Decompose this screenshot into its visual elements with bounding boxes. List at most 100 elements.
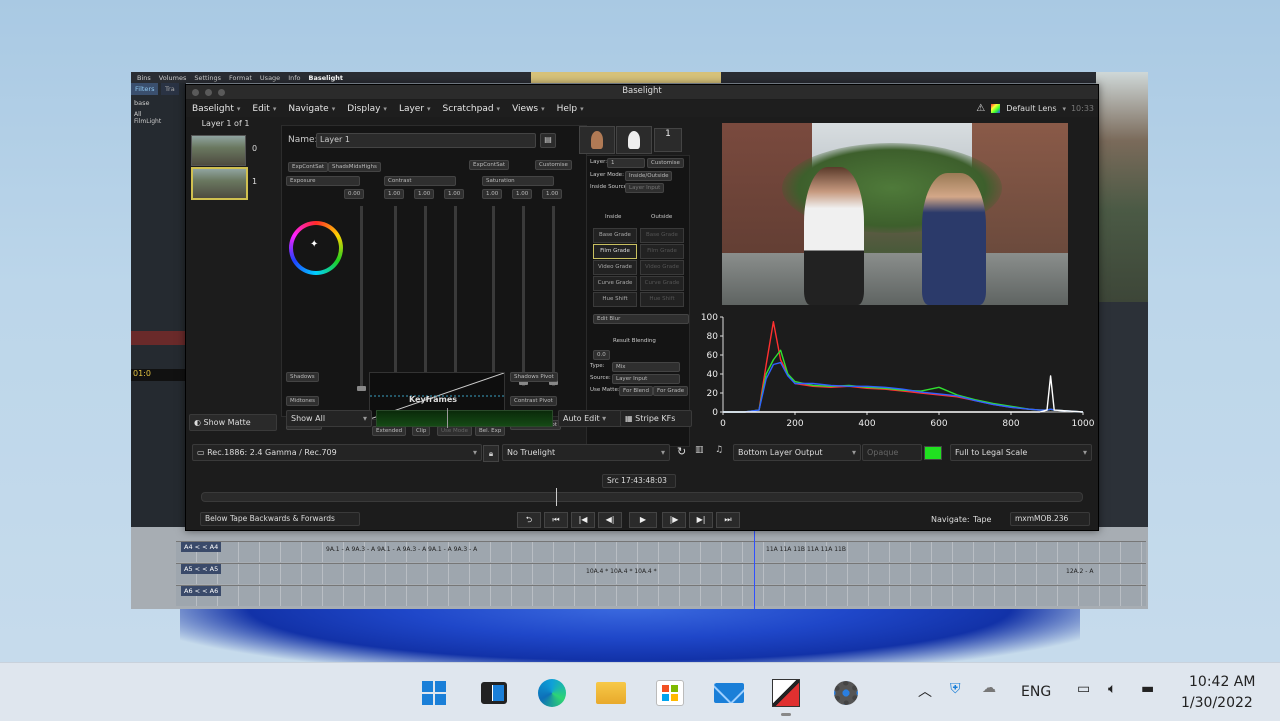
menu-navigate[interactable]: Navigate ▾ (282, 104, 341, 114)
store-icon[interactable] (654, 677, 686, 709)
truelight-select[interactable]: No Truelight ▾ (502, 444, 670, 461)
use-matte-for-blend[interactable]: For Blend (619, 386, 654, 396)
warning-icon[interactable]: ⚠ (976, 103, 985, 114)
prev-frame-button[interactable]: ◀| (598, 512, 622, 528)
clip-id-select[interactable]: mxmMOB.236 (1010, 512, 1090, 526)
saturation-slider-3[interactable] (549, 206, 558, 386)
colour-space-select[interactable]: ▭ Rec.1886: 2.4 Gamma / Rec.709 ▾ (192, 444, 482, 461)
layer-mode-select[interactable]: Inside/Outside (625, 171, 673, 181)
bell-icon[interactable]: ♫ (715, 445, 723, 455)
host-item-base[interactable]: base (131, 95, 186, 111)
saturation-value-1[interactable]: 1.00 (482, 189, 503, 199)
timeline-track-a4[interactable]: A4 < < A4 9A.1 - A 9A.3 - A 9A.1 - A 9A.… (176, 541, 1146, 562)
security-shield-icon[interactable]: ⛨ (950, 681, 961, 697)
curve-row-shadows-pivot[interactable]: Shadows Pivot (510, 372, 558, 382)
host-menu-settings[interactable]: Settings (194, 74, 221, 82)
trash-icon[interactable]: ▤ (540, 133, 556, 148)
next-frame-button[interactable]: |▶ (662, 512, 686, 528)
contrast-header[interactable]: Contrast (384, 176, 456, 186)
lock-icon[interactable]: 🔒︎ (483, 445, 499, 462)
image-viewer[interactable] (722, 123, 1068, 305)
outside-film-grade[interactable]: Film Grade (640, 244, 684, 259)
blend-value[interactable]: 0.0 (593, 350, 610, 360)
host-tab-baselight[interactable]: Baselight (309, 74, 343, 82)
menu-layer[interactable]: Layer ▾ (393, 104, 437, 114)
contrast-value-3[interactable]: 1.00 (444, 189, 465, 199)
host-menu-bins[interactable]: Bins (137, 74, 151, 82)
tab-expcontsat-2[interactable]: ExpContSat (469, 160, 510, 170)
source-select[interactable]: Layer Input (612, 374, 680, 384)
saturation-slider-1[interactable] (489, 206, 498, 386)
menu-display[interactable]: Display ▾ (341, 104, 393, 114)
mail-icon[interactable] (713, 677, 745, 709)
exposure-header[interactable]: Exposure (286, 176, 360, 186)
curve-button-clip[interactable]: Clip (412, 426, 431, 436)
onedrive-cloud-icon[interactable]: ☁ (982, 680, 996, 696)
contrast-slider-1[interactable] (391, 206, 400, 386)
curve-row-shadows[interactable]: Shadows (286, 372, 319, 382)
timeline-track-a5[interactable]: A5 < < A5 10A.4 * 10A.4 * 10A.4 * 12A.2 … (176, 563, 1146, 584)
host-tab-tra[interactable]: Tra (161, 83, 179, 95)
timeline-track-a6[interactable]: A6 < < A6 (176, 585, 1146, 606)
volume-icon[interactable]: 🔈︎ (1108, 681, 1116, 697)
inside-base-grade[interactable]: Base Grade (593, 228, 637, 243)
type-select[interactable]: Mix (612, 362, 680, 372)
use-matte-for-grade[interactable]: For Grade (653, 386, 689, 396)
inside-film-grade[interactable]: Film Grade (593, 244, 637, 259)
saturation-value-3[interactable]: 1.00 (542, 189, 563, 199)
customise-button[interactable]: Customise (647, 158, 684, 168)
show-all-select[interactable]: Show All ▾ (286, 410, 372, 427)
step-forward-button[interactable]: ▶| (689, 512, 713, 528)
inside-curve-grade[interactable]: Curve Grade (593, 276, 637, 291)
host-menu-info[interactable]: Info (288, 74, 300, 82)
play-button[interactable]: ▶ (629, 512, 657, 528)
navigation-mode-select[interactable]: Below Tape Backwards & Forwards (200, 512, 360, 526)
curve-button-extended[interactable]: Extended (372, 426, 407, 436)
layer-count-selector[interactable]: 1 (654, 128, 682, 152)
opaque-select[interactable]: Opaque (862, 444, 922, 461)
windows-start-icon[interactable] (418, 677, 450, 709)
waveform-histogram[interactable]: 0204060801000 200 400 600 800 1000 (691, 307, 1096, 437)
contrast-slider-3[interactable] (451, 206, 460, 386)
slider-knob[interactable] (357, 386, 366, 391)
scrub-playhead[interactable] (556, 488, 557, 506)
layer-name-field[interactable]: Layer 1 (316, 133, 536, 148)
navigate-value[interactable]: Tape (973, 515, 991, 524)
jump-start-button[interactable]: ⏮ (544, 512, 568, 528)
saturation-value-2[interactable]: 1.00 (512, 189, 533, 199)
network-icon[interactable]: ▭ (1077, 681, 1090, 697)
exposure-slider[interactable] (357, 206, 366, 391)
jump-end-button[interactable]: ⏭ (716, 512, 740, 528)
settings-icon[interactable] (830, 677, 862, 709)
source-timecode[interactable]: Src 17:43:48:03 (602, 474, 676, 488)
host-item-filmlight[interactable]: FilmLight (131, 118, 186, 125)
clock-time[interactable]: 10:42 AM (1189, 674, 1255, 690)
menu-views[interactable]: Views ▾ (506, 104, 551, 114)
layer-thumbnail-0[interactable] (191, 135, 246, 166)
lens-selector[interactable]: ⚠ Default Lens ▾ (976, 103, 1066, 114)
scale-select[interactable]: Full to Legal Scale ▾ (950, 444, 1092, 461)
tab-shadsmidshighs[interactable]: ShadsMidsHighs (328, 162, 381, 172)
saturation-slider-2[interactable] (519, 206, 528, 386)
loop-button[interactable]: ⮌ (517, 512, 541, 528)
chevron-up-icon[interactable]: ︿ (918, 681, 932, 701)
outside-base-grade[interactable]: Base Grade (640, 228, 684, 243)
outside-video-grade[interactable]: Video Grade (640, 260, 684, 275)
inside-hue-shift[interactable]: Hue Shift (593, 292, 637, 307)
contrast-value-1[interactable]: 1.00 (384, 189, 405, 199)
tab-expcontsat[interactable]: ExpContSat (288, 162, 329, 172)
curve-button-bel-exp[interactable]: Bel. Exp (475, 426, 506, 436)
curve-button-use-mode[interactable]: Use Mode (437, 426, 473, 436)
language-indicator[interactable]: ENG (1021, 684, 1051, 700)
battery-icon[interactable]: ▬ (1141, 681, 1154, 697)
baselight-app-icon[interactable] (770, 677, 802, 716)
show-matte-button[interactable]: ◐ Show Matte (189, 414, 277, 431)
step-back-button[interactable]: |◀ (571, 512, 595, 528)
green-status-indicator[interactable] (924, 446, 942, 460)
layer-thumbnail-1[interactable] (191, 167, 248, 200)
saturation-header[interactable]: Saturation (482, 176, 554, 186)
tab-customise[interactable]: Customise (535, 160, 572, 170)
host-item-all[interactable]: All (131, 111, 186, 118)
outside-matte-thumbnail[interactable] (616, 126, 652, 154)
contrast-slider-2[interactable] (421, 206, 430, 386)
